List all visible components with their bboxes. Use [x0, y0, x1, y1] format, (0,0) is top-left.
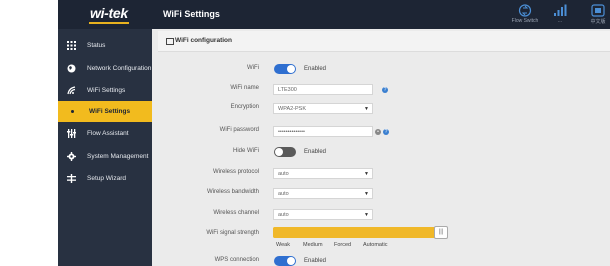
wps-label: WPS connection [214, 257, 259, 263]
sidebar-item-network-configuration[interactable]: Network Configuration [58, 58, 152, 79]
signal-strength-label: WiFi signal strength [206, 230, 259, 236]
signal-strength-slider[interactable]: ||| [273, 226, 448, 239]
flow-switch-label: Flow Switch [511, 18, 539, 24]
wireless-channel-value: auto [278, 212, 289, 218]
signal-level-forced: Forced [334, 242, 352, 248]
grid-icon [67, 41, 76, 50]
sidebar-item-label: Setup Wizard [87, 175, 127, 182]
wireless-protocol-label: Wireless protocol [212, 169, 259, 175]
wps-state: Enabled [304, 258, 327, 264]
encryption-value: WPA2-PSK [278, 106, 307, 112]
hide-wifi-toggle[interactable] [274, 147, 296, 157]
encryption-select[interactable]: WPA2-PSK ▼ [273, 103, 373, 114]
sidebar-item-setup-wizard[interactable]: Setup Wizard [58, 168, 152, 189]
hide-wifi-label: Hide WiFi [232, 148, 259, 154]
chevron-down-icon: ▼ [364, 171, 369, 177]
signal-fill [273, 227, 440, 238]
chevron-down-icon: ▼ [364, 212, 369, 218]
panel-title: WiFi configuration [175, 37, 232, 44]
wireless-protocol-value: auto [278, 171, 289, 177]
wifi-toggle[interactable] [274, 64, 296, 74]
signal-level-automatic: Automatic [363, 242, 388, 248]
toggle-knob [287, 257, 295, 265]
sidebar: Status Network Configuration WiFi Settin… [58, 29, 152, 266]
wireless-channel-label: Wireless channel [213, 210, 259, 216]
toggle-knob [287, 65, 295, 73]
flow-switch-button[interactable]: Flow Switch [510, 4, 540, 24]
toggle-knob [275, 148, 283, 156]
signal-level-weak: Weak [276, 242, 290, 248]
active-dot [71, 110, 74, 113]
more-icon [591, 4, 605, 17]
sidebar-item-system-management[interactable]: System Management [58, 146, 152, 167]
sidebar-item-label: Flow Assistant [87, 130, 129, 137]
help-icon[interactable]: ? [383, 129, 389, 135]
top-bar: wi-tek WiFi Settings Flow Switch ... 中文版 [58, 0, 610, 29]
wireless-bandwidth-select[interactable]: auto ▼ [273, 188, 373, 199]
panel-icon [166, 38, 174, 45]
wifi-password-label: WiFi password [219, 127, 259, 133]
encryption-label: Encryption [230, 104, 259, 110]
router-admin-app: wi-tek WiFi Settings Flow Switch ... 中文版… [58, 0, 610, 266]
wifi-name-value: LTE300 [278, 87, 297, 93]
signal-icon [554, 4, 567, 16]
wifi-icon [67, 86, 76, 95]
gear-icon [67, 152, 76, 161]
sliders-icon [67, 129, 76, 138]
wifi-name-input[interactable]: LTE300 [273, 84, 373, 95]
hide-wifi-state: Enabled [304, 149, 327, 155]
chevron-down-icon: ▼ [364, 106, 369, 112]
globe-icon [67, 64, 76, 73]
help-icon[interactable]: ? [382, 87, 388, 93]
wifi-password-input[interactable]: •••••••••••••• [273, 126, 373, 137]
signal-button[interactable]: ... [548, 4, 572, 24]
wand-icon [67, 174, 76, 183]
wireless-channel-select[interactable]: auto ▼ [273, 209, 373, 220]
sidebar-item-status[interactable]: Status [58, 35, 152, 56]
brand-logo: wi-tek [90, 5, 128, 21]
slider-handle[interactable]: ||| [434, 226, 448, 239]
show-password-icon[interactable]: • [375, 129, 381, 135]
sidebar-item-label: System Management [87, 153, 149, 160]
logo-underline [89, 22, 129, 24]
wifi-label: WiFi [247, 65, 259, 71]
sidebar-item-label: Network Configuration [87, 65, 152, 72]
signal-level-medium: Medium [303, 242, 323, 248]
wireless-bandwidth-value: auto [278, 191, 289, 197]
sidebar-item-label: WiFi Settings [89, 108, 131, 115]
sidebar-item-wifi-settings[interactable]: WiFi Settings [58, 80, 152, 101]
wps-toggle[interactable] [274, 256, 296, 266]
sidebar-item-label: Status [87, 42, 106, 49]
sidebar-item-label: WiFi Settings [87, 87, 126, 94]
panel-header: WiFi configuration [158, 31, 610, 52]
sidebar-subitem-wifi-settings[interactable]: WiFi Settings [58, 101, 152, 122]
signal-label: ... [557, 18, 563, 24]
main-content: WiFi configuration WiFi Enabled WiFi nam… [152, 29, 610, 266]
wifi-password-value: •••••••••••••• [278, 129, 305, 135]
wireless-protocol-select[interactable]: auto ▼ [273, 168, 373, 179]
flow-switch-icon [518, 4, 532, 17]
sidebar-item-flow-assistant[interactable]: Flow Assistant [58, 123, 152, 144]
wifi-name-label: WiFi name [230, 85, 259, 91]
wireless-bandwidth-label: Wireless bandwidth [206, 189, 259, 195]
chevron-down-icon: ▼ [364, 191, 369, 197]
page-title: WiFi Settings [163, 9, 220, 19]
language-button[interactable]: 中文版 [586, 4, 610, 25]
language-label: 中文版 [590, 19, 606, 25]
wifi-state: Enabled [304, 66, 327, 72]
